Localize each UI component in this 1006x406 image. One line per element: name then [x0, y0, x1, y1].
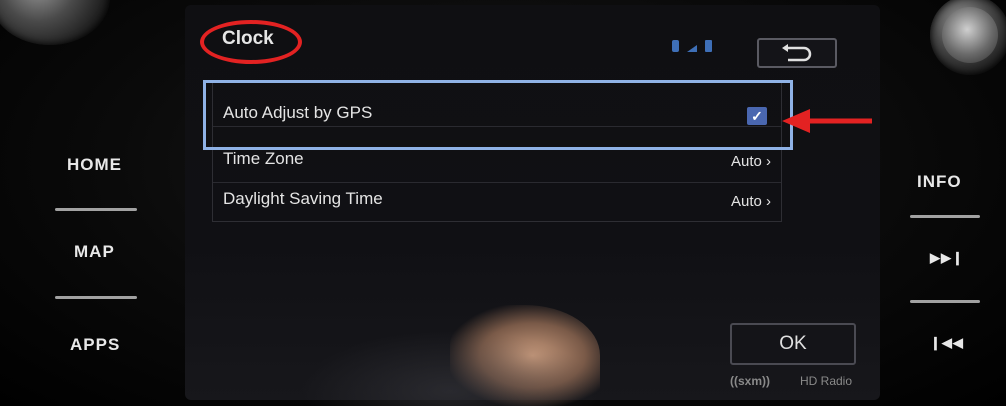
status-bar: [672, 40, 712, 52]
divider: [910, 300, 980, 303]
hd-radio-logo: HD Radio: [800, 374, 853, 388]
list-item[interactable]: Daylight Saving Time Auto ›: [213, 183, 781, 223]
apps-button[interactable]: APPS: [70, 335, 120, 355]
bluetooth-icon: [672, 40, 679, 52]
row-label: Daylight Saving Time: [223, 189, 383, 208]
divider: [910, 215, 980, 218]
row-value: Auto ›: [730, 193, 771, 210]
title-annotation-circle: [200, 20, 302, 64]
red-arrow-icon: [782, 109, 872, 133]
back-arrow-icon: [782, 44, 812, 62]
divider: [55, 296, 137, 299]
highlight-annotation-box: [203, 80, 793, 150]
ok-button[interactable]: OK: [730, 323, 856, 365]
skip-back-icon[interactable]: ❙◀◀: [930, 335, 964, 351]
divider: [55, 208, 137, 211]
sxm-logo: ((sxm)): [730, 374, 771, 388]
row-value: Auto ›: [730, 153, 771, 170]
signal-icon: [687, 45, 697, 52]
screen-reflection: [300, 330, 600, 406]
tune-knob[interactable]: [930, 0, 1006, 75]
back-button[interactable]: [757, 38, 837, 68]
map-button[interactable]: MAP: [74, 242, 115, 262]
home-button[interactable]: HOME: [67, 155, 122, 175]
row-label: Time Zone: [223, 149, 304, 168]
skip-forward-icon[interactable]: ▶▶❙: [930, 250, 964, 266]
info-button[interactable]: INFO: [917, 172, 962, 192]
phone-battery-icon: [705, 40, 712, 52]
